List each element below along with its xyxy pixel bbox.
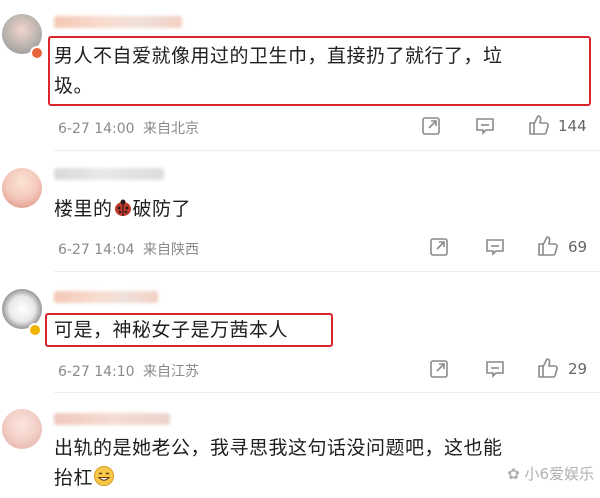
comment-meta: 6-27 14:04 来自陕西	[58, 239, 199, 259]
location: 来自陕西	[143, 242, 200, 258]
location: 来自江苏	[143, 364, 200, 380]
comment-text: 出轨的是她老公，我寻思我这句话没问题吧，这也能 抬杠	[54, 437, 503, 489]
username-blurred	[54, 291, 158, 303]
comment-icon[interactable]	[484, 358, 506, 380]
username-blurred	[54, 168, 164, 180]
comment-text: 男人不自爱就像用过的卫生巾，直接扔了就行了，垃 圾。	[54, 45, 503, 97]
username-blurred	[54, 16, 182, 28]
comment-icon[interactable]	[484, 236, 506, 258]
timestamp: 6-27 14:00	[58, 121, 135, 137]
like-icon[interactable]	[536, 356, 560, 380]
timestamp: 6-27 14:04	[58, 242, 135, 258]
comment-2: 楼里的 破防了 6-27 14:04 来自陕西 69	[0, 150, 600, 272]
like-count: 69	[568, 238, 588, 256]
watermark: ✿ 小6爱娱乐	[507, 465, 594, 483]
share-icon[interactable]	[428, 236, 450, 258]
avatar[interactable]	[2, 168, 42, 208]
comment-text: 楼里的 破防了	[54, 198, 192, 220]
username-blurred	[54, 413, 170, 425]
timestamp: 6-27 14:10	[58, 364, 135, 380]
verified-badge-icon	[28, 323, 42, 337]
grin-emoji	[94, 466, 115, 486]
avatar[interactable]	[2, 409, 42, 449]
comment-1: 男人不自爱就像用过的卫生巾，直接扔了就行了，垃 圾。 6-27 14:00 来自…	[0, 0, 600, 151]
verified-badge-icon	[30, 46, 44, 60]
comment-text: 可是，神秘女子是万茜本人	[54, 319, 289, 341]
ladybug-emoji	[114, 199, 131, 216]
like-count: 29	[568, 360, 588, 378]
comment-meta: 6-27 14:10 来自江苏	[58, 361, 199, 381]
like-count: 144	[558, 117, 587, 135]
location: 来自北京	[143, 121, 200, 137]
like-icon[interactable]	[536, 234, 560, 258]
comment-icon[interactable]	[474, 115, 496, 137]
share-icon[interactable]	[420, 115, 442, 137]
share-icon[interactable]	[428, 358, 450, 380]
comment-3: 可是，神秘女子是万茜本人 6-27 14:10 来自江苏 29	[0, 271, 600, 393]
comment-meta: 6-27 14:00 来自北京	[58, 118, 199, 138]
like-icon[interactable]	[527, 113, 551, 137]
